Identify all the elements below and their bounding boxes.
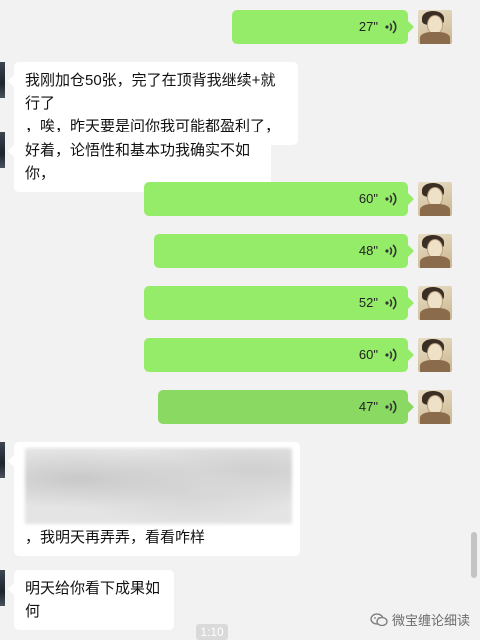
- blurred-image[interactable]: [25, 448, 292, 524]
- voice-wave-icon: [385, 400, 397, 414]
- avatar[interactable]: [418, 234, 452, 268]
- voice-message[interactable]: 48": [154, 234, 414, 268]
- avatar[interactable]: [418, 286, 452, 320]
- voice-duration: 27": [358, 19, 378, 34]
- avatar[interactable]: [418, 390, 452, 424]
- avatar[interactable]: [418, 338, 452, 372]
- message-line: 好着，论悟性和基本功我确实不如你，: [25, 142, 251, 182]
- watermark: 微宝缠论细读: [370, 610, 470, 629]
- voice-message[interactable]: 47": [158, 390, 414, 424]
- voice-message[interactable]: 60": [144, 182, 414, 216]
- voice-duration: 60": [358, 191, 378, 206]
- avatar[interactable]: [0, 132, 5, 168]
- message-line: 明天给你看下成果如何: [25, 580, 161, 620]
- message-line: 我刚加仓50张，完了在顶背我继续+就行了: [25, 72, 276, 112]
- voice-message[interactable]: 27": [232, 10, 414, 44]
- avatar[interactable]: [418, 10, 452, 44]
- voice-wave-icon: [385, 192, 397, 206]
- voice-wave-icon: [385, 296, 397, 310]
- text-message[interactable]: 明天给你看下成果如何: [8, 570, 174, 630]
- wechat-official-account-icon: [370, 612, 388, 626]
- scrollbar[interactable]: [471, 532, 477, 578]
- voice-duration: 60": [358, 347, 378, 362]
- timestamp: 1:10: [196, 624, 228, 640]
- voice-duration: 47": [358, 399, 378, 414]
- voice-duration: 48": [358, 243, 378, 258]
- avatar[interactable]: [0, 570, 5, 606]
- voice-message[interactable]: 52": [144, 286, 414, 320]
- text-message[interactable]: ，我明天再弄弄，看看咋样: [8, 442, 300, 556]
- voice-wave-icon: [385, 244, 397, 258]
- voice-wave-icon: [385, 20, 397, 34]
- avatar[interactable]: [0, 62, 5, 98]
- watermark-text: 微宝缠论细读: [391, 613, 470, 628]
- voice-wave-icon: [385, 348, 397, 362]
- avatar[interactable]: [0, 442, 5, 478]
- avatar[interactable]: [418, 182, 452, 216]
- voice-message[interactable]: 60": [144, 338, 414, 372]
- message-line: ，我明天再弄弄，看看咋样: [25, 529, 206, 546]
- voice-duration: 52": [358, 295, 378, 310]
